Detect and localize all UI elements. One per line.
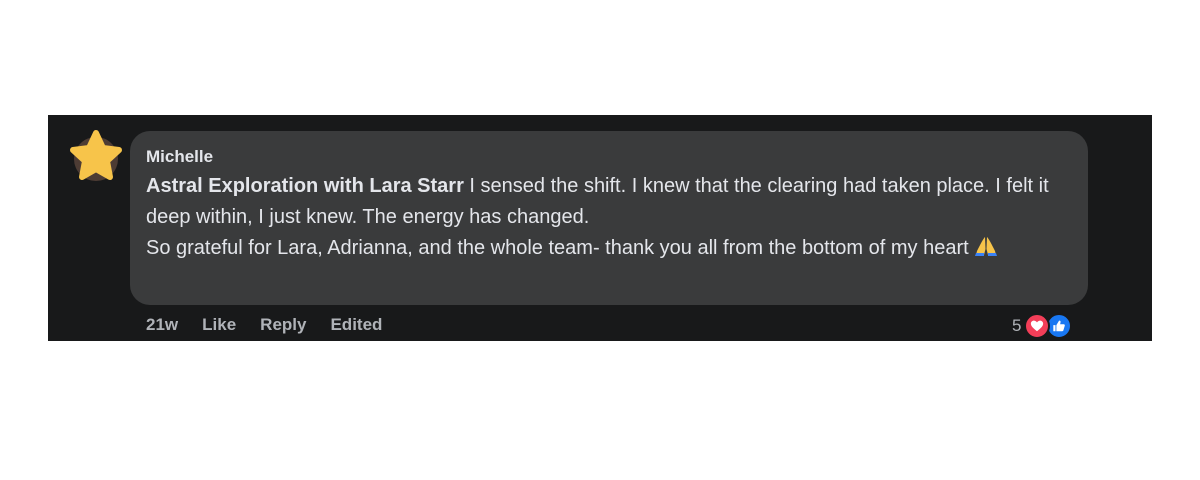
comment-actions: 21w Like Reply Edited (146, 315, 382, 335)
reaction-count: 5 (1012, 316, 1022, 335)
comment-author[interactable]: Michelle (146, 147, 1070, 167)
avatar[interactable] (66, 127, 126, 187)
reply-button[interactable]: Reply (260, 315, 306, 335)
folded-hands-icon (974, 235, 998, 257)
comment-text: Astral Exploration with Lara Starr I sen… (146, 171, 1070, 264)
like-reaction-icon (1046, 313, 1073, 339)
reaction-summary[interactable]: 5 (1012, 313, 1073, 339)
star-avatar-icon (70, 130, 122, 181)
edited-label[interactable]: Edited (330, 315, 382, 335)
comment-timestamp[interactable]: 21w (146, 315, 178, 335)
like-button[interactable]: Like (202, 315, 236, 335)
comment-body-line2: So grateful for Lara, Adrianna, and the … (146, 237, 975, 259)
comment-bubble: Michelle Astral Exploration with Lara St… (130, 131, 1088, 305)
tagged-page-link[interactable]: Astral Exploration with Lara Starr (146, 175, 464, 197)
comment-panel: Michelle Astral Exploration with Lara St… (48, 115, 1152, 341)
love-reaction-icon (1024, 313, 1051, 339)
